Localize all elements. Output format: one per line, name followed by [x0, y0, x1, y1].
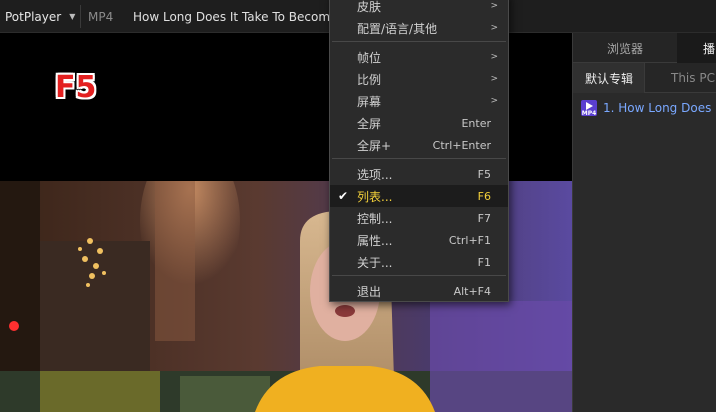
chevron-down-icon: ▼ [69, 12, 76, 21]
menu-shortcut: F1 [477, 255, 491, 269]
tab-playlist[interactable]: 播 [677, 33, 716, 63]
submenu-arrow-icon: > [490, 52, 498, 62]
menu-shortcut: F6 [477, 189, 491, 203]
playlist-item[interactable]: MP4 1. How Long Does It T [581, 100, 716, 117]
menu-item-screen[interactable]: 屏幕 > [330, 90, 508, 112]
menu-item-exit[interactable]: 退出 Alt+F4 [330, 280, 508, 302]
title-separator [80, 5, 81, 28]
menu-item-fullscreen-plus[interactable]: 全屏+ Ctrl+Enter [330, 134, 508, 156]
menu-separator [332, 41, 506, 42]
playlist-item-title: 1. How Long Does It T [603, 101, 716, 115]
submenu-arrow-icon: > [490, 74, 498, 84]
mp4-file-icon: MP4 [581, 100, 597, 117]
panel-tab-bar: 浏览器 播 [573, 33, 716, 63]
submenu-arrow-icon: > [490, 23, 498, 33]
submenu-arrow-icon: > [490, 96, 498, 106]
menu-shortcut: Ctrl+Enter [432, 138, 491, 152]
menu-separator [332, 275, 506, 276]
menu-item-frame[interactable]: 帧位 > [330, 46, 508, 68]
menu-item-properties[interactable]: 属性... Ctrl+F1 [330, 229, 508, 251]
key-overlay: F5 [55, 70, 97, 105]
menu-shortcut: Ctrl+F1 [448, 233, 491, 247]
format-label: MP4 [88, 9, 114, 24]
playlist-panel: 浏览器 播 默认专辑 This PC MP4 1. How Long Does … [572, 33, 716, 412]
menu-item-skin[interactable]: 皮肤 > [330, 0, 508, 17]
tab-this-pc[interactable]: This PC [671, 63, 715, 93]
menu-shortcut: F5 [477, 167, 491, 181]
menu-item-config-language-other[interactable]: 配置/语言/其他 > [330, 17, 508, 39]
menu-item-options[interactable]: 选项... F5 [330, 163, 508, 185]
menu-shortcut: Alt+F4 [453, 284, 491, 298]
context-menu: 皮肤 > 配置/语言/其他 > 帧位 > 比例 > 屏幕 > 全屏 Enter … [329, 0, 509, 302]
album-tab-bar: 默认专辑 This PC [573, 63, 716, 93]
menu-item-about[interactable]: 关于... F1 [330, 251, 508, 273]
menu-item-fullscreen[interactable]: 全屏 Enter [330, 112, 508, 134]
app-menu-button[interactable]: PotPlayer ▼ [0, 0, 75, 33]
submenu-arrow-icon: > [490, 1, 498, 11]
tab-default-album[interactable]: 默认专辑 [573, 63, 645, 93]
menu-item-playlist[interactable]: ✔ 列表... F6 [330, 185, 508, 207]
tab-browser[interactable]: 浏览器 [573, 33, 677, 63]
menu-shortcut: Enter [461, 116, 491, 130]
menu-separator [332, 158, 506, 159]
window-title: How Long Does It Take To Becom [133, 9, 331, 24]
menu-item-aspect-ratio[interactable]: 比例 > [330, 68, 508, 90]
menu-item-control[interactable]: 控制... F7 [330, 207, 508, 229]
menu-shortcut: F7 [477, 211, 491, 225]
checkmark-icon: ✔ [338, 189, 349, 203]
app-name: PotPlayer [5, 9, 62, 24]
